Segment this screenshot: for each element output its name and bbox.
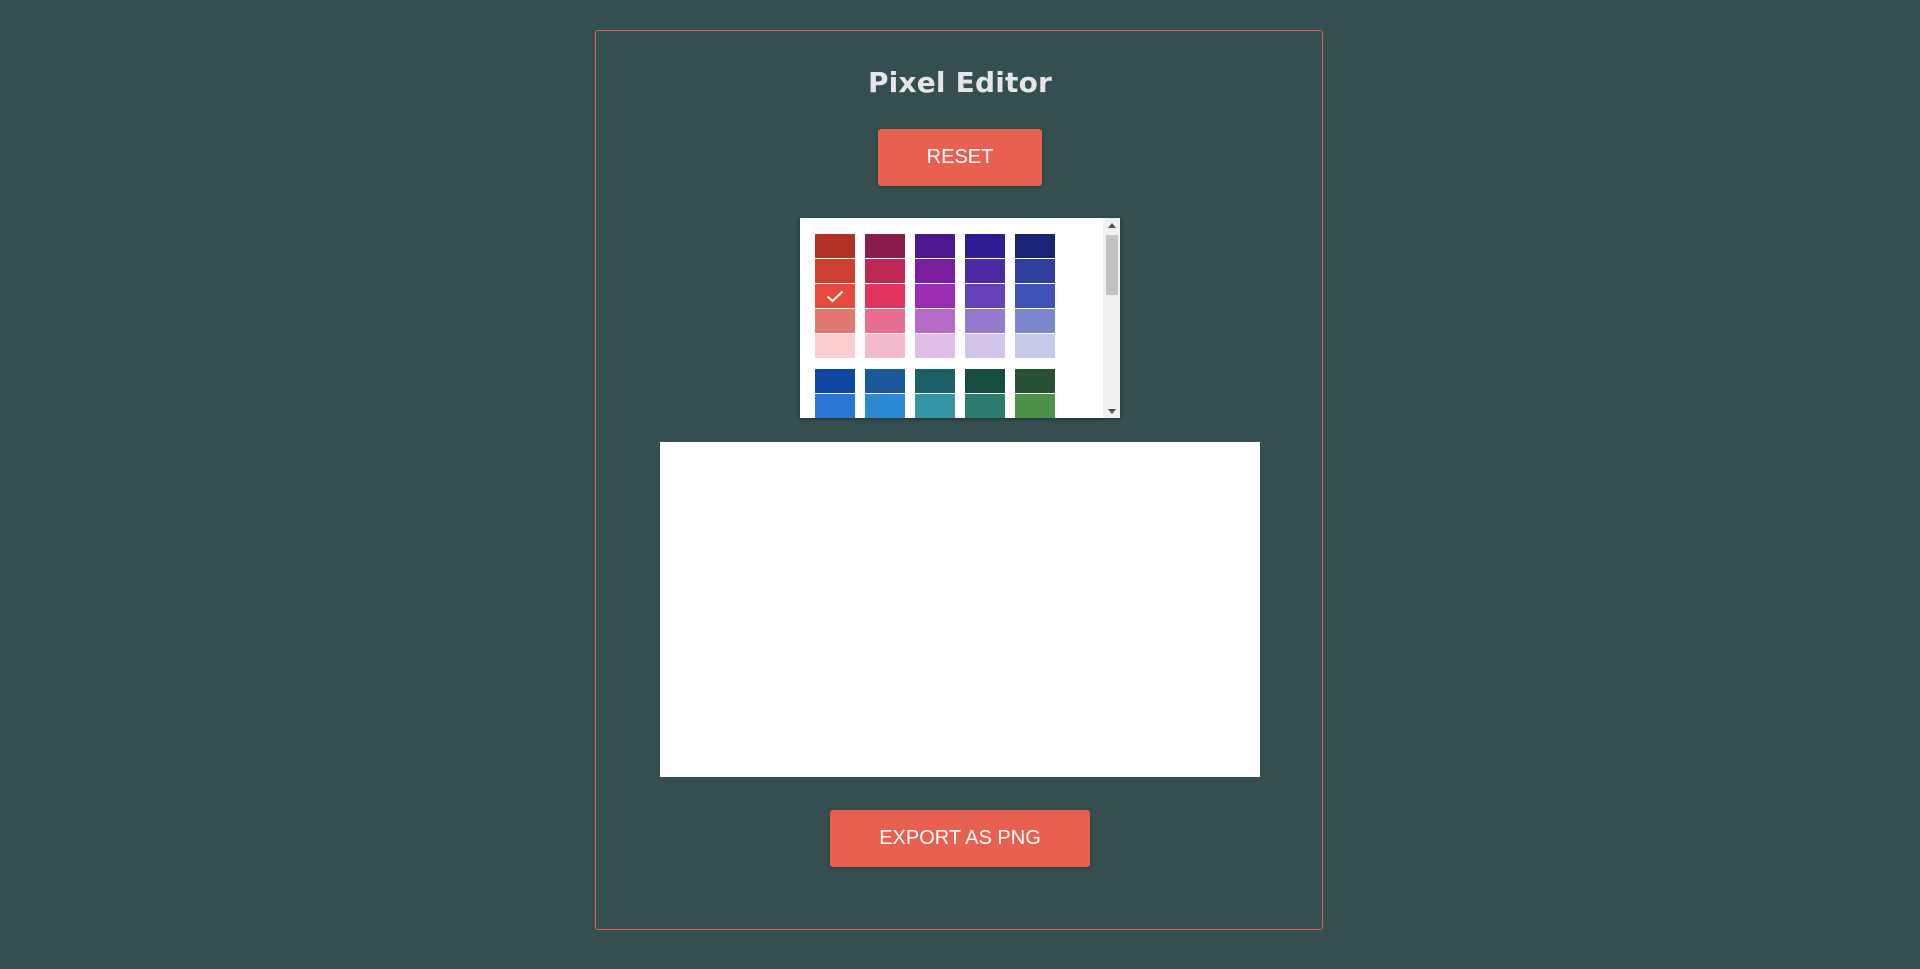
color-swatch[interactable] [965,309,1005,333]
scrollbar-thumb[interactable] [1106,235,1118,295]
color-swatch[interactable] [965,394,1005,418]
color-swatch[interactable] [965,234,1005,258]
color-swatch[interactable] [815,234,855,258]
color-swatch[interactable] [865,284,905,308]
color-swatch[interactable] [815,284,855,308]
export-png-button[interactable]: EXPORT AS PNG [830,810,1090,867]
picker-scrollbar[interactable] [1103,218,1120,418]
pixel-canvas[interactable] [660,442,1260,777]
color-swatch[interactable] [965,259,1005,283]
color-swatch[interactable] [1015,284,1055,308]
swatch-column [1015,369,1055,418]
scroll-down-arrow-icon[interactable] [1103,404,1120,418]
color-swatch[interactable] [915,369,955,393]
scroll-up-arrow-icon[interactable] [1103,218,1120,232]
swatch-column [1015,234,1055,359]
color-swatch[interactable] [1015,234,1055,258]
color-swatch[interactable] [915,394,955,418]
color-swatch[interactable] [915,284,955,308]
color-swatch[interactable] [965,284,1005,308]
color-swatch[interactable] [865,259,905,283]
color-swatch[interactable] [815,334,855,358]
color-swatch[interactable] [1015,394,1055,418]
swatch-column [965,369,1005,418]
color-swatch[interactable] [1015,334,1055,358]
swatch-column [915,234,955,359]
color-swatch[interactable] [965,334,1005,358]
color-swatch[interactable] [815,259,855,283]
color-swatch[interactable] [865,394,905,418]
swatch-column [865,369,905,418]
swatch-column [965,234,1005,359]
color-swatch[interactable] [865,309,905,333]
swatch-column [815,369,855,418]
color-swatch[interactable] [865,334,905,358]
color-swatch[interactable] [915,234,955,258]
color-swatch[interactable] [815,369,855,393]
swatch-column [865,234,905,359]
color-swatch-grid [815,234,1095,418]
swatch-group [815,234,1095,359]
page-title: Pixel Editor [867,66,1053,99]
swatch-column [815,234,855,359]
color-swatch[interactable] [865,234,905,258]
color-swatch[interactable] [815,394,855,418]
color-swatch[interactable] [965,369,1005,393]
color-swatch[interactable] [1015,259,1055,283]
reset-button[interactable]: RESET [878,129,1042,186]
color-swatch[interactable] [1015,369,1055,393]
swatch-column [915,369,955,418]
color-swatch[interactable] [815,309,855,333]
swatch-group [815,369,1095,418]
color-swatch[interactable] [1015,309,1055,333]
checkmark-icon [815,284,855,308]
color-swatch[interactable] [915,309,955,333]
color-picker [800,218,1120,418]
color-swatch[interactable] [915,259,955,283]
color-swatch[interactable] [865,369,905,393]
color-swatch[interactable] [915,334,955,358]
